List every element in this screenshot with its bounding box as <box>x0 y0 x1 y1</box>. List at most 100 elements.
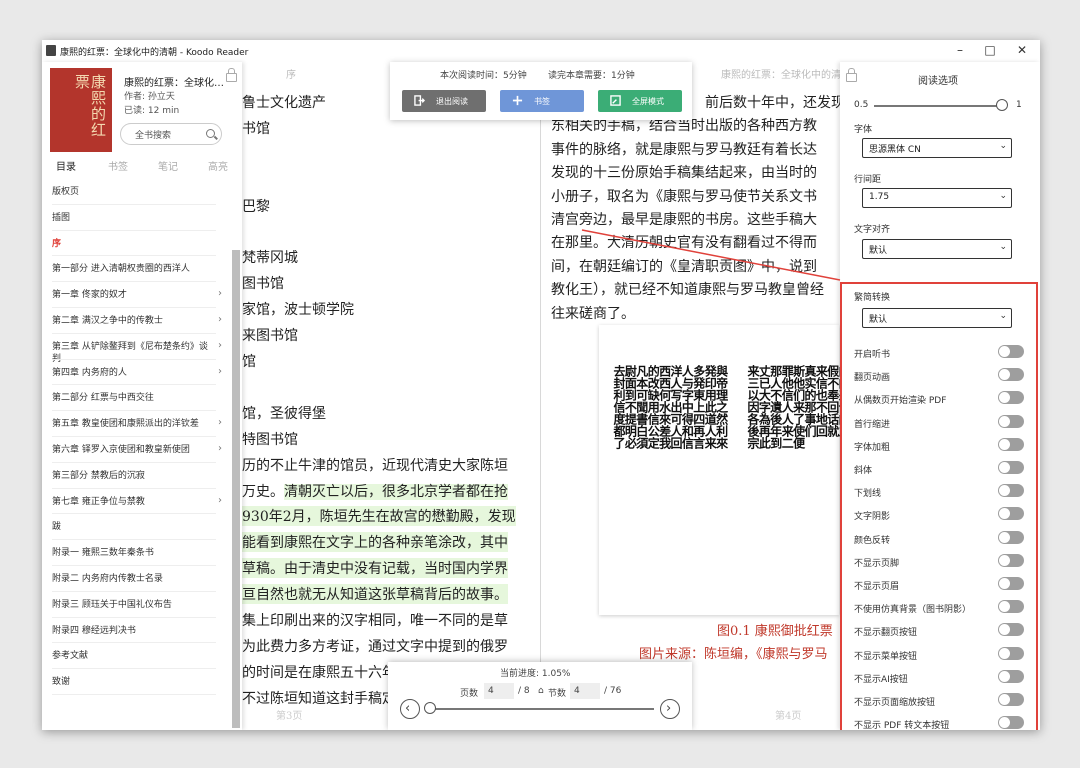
section-label: 节数 <box>548 689 567 699</box>
text-line: 间，在朝廷编订的《皇清职贡图》中，说到 <box>551 258 817 275</box>
toc-item[interactable]: 第二章 满汉之争中的传教士 <box>52 315 216 327</box>
toggle-switch[interactable] <box>998 600 1024 614</box>
bookmark-label: 书签 <box>534 97 550 106</box>
toc-item[interactable]: 第二部分 红票与中西交往 <box>52 392 216 404</box>
chevron-left-icon: ‹ <box>405 701 411 716</box>
exit-reading-button[interactable]: 退出阅读 <box>402 90 486 112</box>
toggle-switch[interactable] <box>998 577 1024 590</box>
setting-toggle-row: 不显示 PDF 转文本按钮 <box>854 716 1024 730</box>
toggle-switch[interactable] <box>998 461 1024 474</box>
toggle-switch[interactable] <box>998 414 1024 428</box>
maximize-icon[interactable]: □ <box>980 43 1000 57</box>
toggle-switch[interactable] <box>998 716 1024 730</box>
toc-divider <box>52 229 216 231</box>
search-input[interactable]: 全书搜索 <box>120 123 222 145</box>
section-number-input[interactable]: 4 <box>570 683 600 699</box>
text-line: 梵蒂冈城 <box>242 247 298 267</box>
toc-item[interactable]: 第四章 内务府的人 <box>52 367 216 379</box>
convert-select[interactable]: 默认 ⌄ <box>862 308 1012 328</box>
next-page-button[interactable]: › <box>660 699 680 719</box>
toc-item[interactable]: 版权页 <box>52 186 216 198</box>
setting-toggle-row: 首行缩进 <box>854 414 1024 431</box>
toggle-switch[interactable] <box>998 368 1024 382</box>
exit-reading-label: 退出阅读 <box>436 97 468 106</box>
toc-item[interactable]: 第七章 雍正争位与禁教 <box>52 496 216 508</box>
tab-bookmarks[interactable]: 书签 <box>108 158 128 173</box>
toc-item[interactable]: 第三部分 禁教后的沉寂 <box>52 470 216 482</box>
text-line-content: 930年2月，陈垣先生在故宫的懋勤殿，发现 <box>242 509 516 526</box>
toc-item[interactable]: 跋 <box>52 521 216 533</box>
text-line: 能看到康熙在文字上的各种亲笔涂改，其中 <box>242 532 508 553</box>
setting-toggle-row: 颜色反转 <box>854 530 1024 547</box>
toc-item[interactable]: 参考文献 <box>52 650 216 662</box>
toc-item[interactable]: 致谢 <box>52 676 216 688</box>
minimize-icon[interactable]: – <box>950 43 970 57</box>
toggle-switch[interactable] <box>998 507 1024 521</box>
toc-divider <box>52 539 216 541</box>
page-header-left: 序 <box>286 70 296 81</box>
toggle-switch[interactable] <box>998 553 1024 567</box>
chevron-right-icon: › <box>218 494 222 506</box>
font-select[interactable]: 思源黑体 CN ⌄ <box>862 138 1012 158</box>
toc-item[interactable]: 附录一 雍熙三数年秦条书 <box>52 547 216 559</box>
setting-toggle-row: 开启听书 <box>854 345 1024 361</box>
toc-item[interactable]: 第六章 铎罗入京使团和教皇新使团 <box>52 444 216 456</box>
fullscreen-button[interactable]: 全屏模式 <box>598 90 682 112</box>
toc-item[interactable]: 插图 <box>52 212 216 224</box>
page-footer-left: 第3页 <box>276 711 303 722</box>
opacity-min-label: 0.5 <box>854 100 869 110</box>
toggle-switch[interactable] <box>998 693 1024 706</box>
toc-divider <box>52 436 216 437</box>
toc-divider <box>52 590 216 592</box>
lock-icon[interactable] <box>226 68 237 82</box>
toggle-switch[interactable] <box>998 484 1024 498</box>
toc-item[interactable]: 第三章 从铲除鳌拜到《尼布楚条约》谈判 <box>52 341 216 365</box>
line-height-label: 行间距 <box>854 175 882 185</box>
toc-item[interactable]: 附录二 内务府内传教士名录 <box>52 573 216 585</box>
toggle-switch[interactable] <box>998 345 1024 358</box>
toggle-switch[interactable] <box>998 646 1024 660</box>
chevron-right-icon: › <box>666 701 672 716</box>
chapter-remaining: 读完本章需要：1分钟 <box>548 71 635 81</box>
toggle-switch[interactable] <box>998 391 1024 405</box>
chevron-right-icon: › <box>218 288 222 300</box>
toggle-switch[interactable] <box>998 623 1024 637</box>
prev-page-button[interactable]: ‹ <box>400 699 420 719</box>
opacity-thumb[interactable] <box>996 99 1008 111</box>
setting-toggle-label: 不显示AI按钮 <box>854 674 908 685</box>
tab-highlights[interactable]: 高亮 <box>208 158 228 173</box>
toc-divider <box>52 332 216 334</box>
toggle-switch[interactable] <box>998 437 1024 451</box>
toc-scrollbar[interactable] <box>232 250 240 728</box>
search-icon[interactable] <box>206 129 215 138</box>
progress-thumb[interactable] <box>424 702 437 714</box>
toc-item[interactable]: 第一部分 进入清朝权贵圈的西洋人 <box>52 263 216 275</box>
text-line: 家馆，波士顿学院 <box>242 299 354 319</box>
toggle-switch[interactable] <box>998 530 1024 544</box>
text-align-select[interactable]: 默认 ⌄ <box>862 239 1012 259</box>
page-number-input[interactable]: 4 <box>484 683 514 699</box>
close-icon[interactable]: ✕ <box>1012 43 1032 57</box>
tab-toc[interactable]: 目录 <box>56 158 76 173</box>
opacity-slider[interactable] <box>874 105 1002 107</box>
lock-icon[interactable] <box>846 68 857 82</box>
book-title: 康熙的红票：全球化… <box>124 78 224 89</box>
toc-divider <box>52 487 216 489</box>
line-height-select[interactable]: 1.75 ⌄ <box>862 188 1012 208</box>
toc-divider <box>52 694 216 695</box>
chevron-right-icon: › <box>218 443 222 454</box>
toc-item[interactable]: 第一章 佟家的奴才 <box>52 289 216 301</box>
toc-item[interactable]: 附录四 穆经远判决书 <box>52 625 216 637</box>
fullscreen-label: 全屏模式 <box>632 97 664 106</box>
setting-toggle-row: 翻页动画 <box>854 368 1024 384</box>
text-line: 小册子，取名为《康熙与罗马使节关系文书 <box>551 188 817 205</box>
progress-track[interactable] <box>428 708 654 710</box>
bookmark-button[interactable]: 书签 <box>500 90 584 112</box>
setting-toggle-row: 不显示菜单按钮 <box>854 646 1024 663</box>
toc-item[interactable]: 第五章 教皇使团和康熙派出的洋钦差 <box>52 418 216 430</box>
toc-item[interactable]: 序 <box>52 238 216 250</box>
toggle-switch[interactable] <box>998 669 1024 683</box>
toc-item[interactable]: 附录三 顾珏关于中国礼仪布告 <box>52 599 216 611</box>
app-icon <box>46 45 56 56</box>
tab-notes[interactable]: 笔记 <box>158 158 178 173</box>
